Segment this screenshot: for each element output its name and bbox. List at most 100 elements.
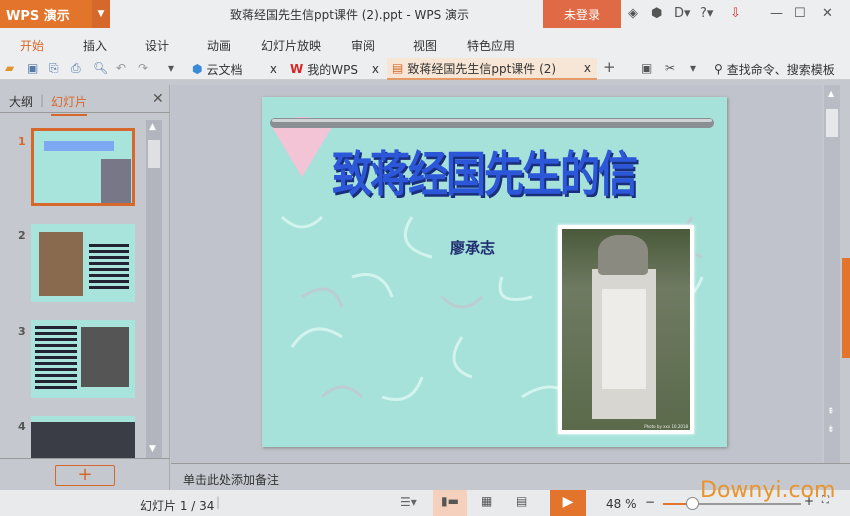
- next-slide-icon[interactable]: ⇟: [827, 425, 835, 435]
- menu-design[interactable]: 设计: [145, 37, 169, 54]
- scroll-up-icon[interactable]: ▲: [828, 89, 834, 98]
- title-bar: WPS 演示 ▼ 致蒋经国先生信ppt课件 (2).ppt - WPS 演示 未登…: [0, 0, 850, 28]
- cloud-icon: ⬢: [192, 62, 203, 76]
- slide-sorter-icon[interactable]: ▦: [481, 494, 492, 508]
- tab-divider: |: [40, 93, 45, 107]
- slide-canvas[interactable]: 致蒋经国先生的信 廖承志 Photo by xxx 10.2018: [262, 97, 727, 447]
- command-search[interactable]: ⚲ 查找命令、搜索模板: [714, 58, 835, 80]
- ribbon-menu: 开始 插入 设计 动画 幻灯片放映 审阅 视图 特色应用: [0, 28, 850, 58]
- scroll-down-icon[interactable]: ▼: [149, 444, 156, 454]
- window-title: 致蒋经国先生信ppt课件 (2).ppt - WPS 演示: [230, 8, 469, 22]
- divider: [0, 458, 170, 459]
- tab-cloud-docs[interactable]: ⬢ 云文档 x: [187, 58, 283, 80]
- notes-placeholder: 单击此处添加备注: [183, 473, 280, 487]
- minimize-icon[interactable]: —: [770, 6, 783, 21]
- print-preview-icon[interactable]: 🔍︎: [93, 61, 108, 75]
- feedback-icon[interactable]: D▾: [674, 6, 691, 21]
- skin-icon[interactable]: ◈: [628, 6, 638, 21]
- print-icon[interactable]: ⎙: [71, 61, 81, 76]
- zoom-out-icon[interactable]: −: [645, 495, 655, 509]
- chevron-down-icon[interactable]: ▼: [92, 0, 110, 28]
- slide-number: 4: [18, 420, 26, 433]
- quick-toolbar: ▰ ▣ ⎘ ⎙ 🔍︎ ↶ ↷ ▾ ⬢ 云文档 x W 我的WPS x ▤ 致蒋经国先生信p…: [0, 58, 850, 80]
- slide-author[interactable]: 廖承志: [450, 237, 495, 258]
- menu-insert[interactable]: 插入: [83, 37, 107, 54]
- more-icon[interactable]: ▾: [168, 61, 174, 75]
- thumbnail-scrollbar[interactable]: ▲ ▼: [146, 120, 162, 458]
- zoom-level[interactable]: 48 %: [606, 497, 637, 511]
- slide-number: 1: [18, 135, 26, 148]
- pin-icon[interactable]: ✂: [665, 61, 675, 75]
- screen-icon[interactable]: ▣: [641, 61, 652, 75]
- slide-thumbnail-4[interactable]: [31, 416, 135, 458]
- slide-scrollbar[interactable]: ▲ ⇞ ⇟: [824, 85, 840, 463]
- tab-document[interactable]: ▤ 致蒋经国先生信ppt课件 (2) x: [387, 58, 597, 80]
- normal-view-button[interactable]: ▮▬: [433, 490, 467, 516]
- notes-toggle-icon[interactable]: ☰▾: [400, 495, 417, 509]
- wps-menu-button[interactable]: WPS 演示 ▼: [0, 0, 110, 28]
- scroll-up-icon[interactable]: ▲: [149, 122, 156, 132]
- tab-label: 云文档: [206, 62, 243, 77]
- slide-number: 3: [18, 325, 26, 338]
- side-panel-toggle[interactable]: [842, 258, 850, 358]
- watermark-logo: Downyi.com: [700, 478, 836, 503]
- scroll-thumb[interactable]: [148, 140, 160, 168]
- play-slideshow-button[interactable]: ▶: [550, 490, 586, 516]
- add-slide-button[interactable]: +: [55, 465, 115, 486]
- wps-icon: W: [290, 62, 304, 76]
- zoom-slider-thumb[interactable]: [686, 497, 700, 510]
- menu-home[interactable]: 开始: [20, 37, 44, 54]
- tab-menu-icon[interactable]: ▾: [690, 61, 696, 75]
- thumb-title: [44, 141, 114, 151]
- close-panel-icon[interactable]: ✕: [152, 91, 164, 107]
- open-icon[interactable]: ▰: [5, 61, 14, 75]
- slide-thumbnail-1[interactable]: [31, 128, 135, 206]
- slide-number: 2: [18, 229, 26, 242]
- zoom-slider[interactable]: [663, 497, 801, 510]
- divider: |: [216, 495, 221, 509]
- menu-slideshow[interactable]: 幻灯片放映: [261, 37, 321, 54]
- close-tab-icon[interactable]: x: [372, 62, 379, 76]
- slide-counter: 幻灯片 1 / 34: [140, 499, 215, 513]
- help-icon[interactable]: ?▾: [700, 6, 713, 21]
- photo-caption: Photo by xxx 10.2018: [644, 424, 688, 429]
- export-pdf-icon[interactable]: ⎘: [49, 61, 59, 76]
- status-bar: 幻灯片 1 / 34 | ☰▾ ▮▬ ▦ ▤ ▶ 48 % − + ⛶ Down…: [0, 478, 850, 516]
- close-tab-icon[interactable]: x: [584, 61, 591, 75]
- menu-view[interactable]: 视图: [413, 37, 437, 54]
- download-icon[interactable]: ⇩: [730, 6, 741, 21]
- thumb-photo: [39, 232, 83, 296]
- previous-slide-icon[interactable]: ⇞: [827, 407, 835, 417]
- close-tab-icon[interactable]: x: [270, 62, 277, 76]
- maximize-icon[interactable]: ☐: [794, 6, 806, 21]
- scroll-thumb[interactable]: [826, 109, 838, 137]
- wps-logo: WPS 演示: [6, 8, 70, 24]
- settings-icon[interactable]: ⬢: [651, 6, 662, 21]
- panel-tabs: 大纲 | 幻灯片 ✕: [0, 85, 170, 116]
- tab-my-wps[interactable]: W 我的WPS x: [285, 58, 385, 80]
- undo-icon[interactable]: ↶: [116, 61, 126, 75]
- thumb-text: [35, 326, 77, 390]
- new-tab-icon[interactable]: +: [603, 58, 616, 76]
- tab-outline[interactable]: 大纲: [9, 93, 33, 110]
- monument-photo[interactable]: Photo by xxx 10.2018: [558, 225, 694, 434]
- menu-review[interactable]: 审阅: [351, 37, 375, 54]
- menu-special[interactable]: 特色应用: [467, 37, 515, 54]
- slide-title[interactable]: 致蒋经国先生的信: [332, 135, 638, 205]
- close-icon[interactable]: ✕: [822, 6, 833, 21]
- save-icon[interactable]: ▣: [27, 61, 38, 75]
- slide-panel: 大纲 | 幻灯片 ✕ 1 2 3 4 ▲ ▼ +: [0, 85, 170, 490]
- tab-label: 致蒋经国先生信ppt课件 (2): [407, 61, 557, 76]
- tab-label: 我的WPS: [307, 62, 358, 77]
- thumb-text: [89, 244, 129, 292]
- tab-slides[interactable]: 幻灯片: [51, 93, 88, 116]
- search-placeholder: 查找命令、搜索模板: [726, 62, 835, 77]
- slide-thumbnail-3[interactable]: [31, 320, 135, 398]
- reading-view-icon[interactable]: ▤: [516, 494, 527, 508]
- login-button[interactable]: 未登录: [543, 0, 621, 28]
- monument-plaque: [602, 289, 646, 389]
- redo-icon[interactable]: ↷: [138, 61, 148, 75]
- slide-thumbnail-2[interactable]: [31, 224, 135, 302]
- bust: [598, 235, 648, 275]
- menu-animation[interactable]: 动画: [207, 37, 231, 54]
